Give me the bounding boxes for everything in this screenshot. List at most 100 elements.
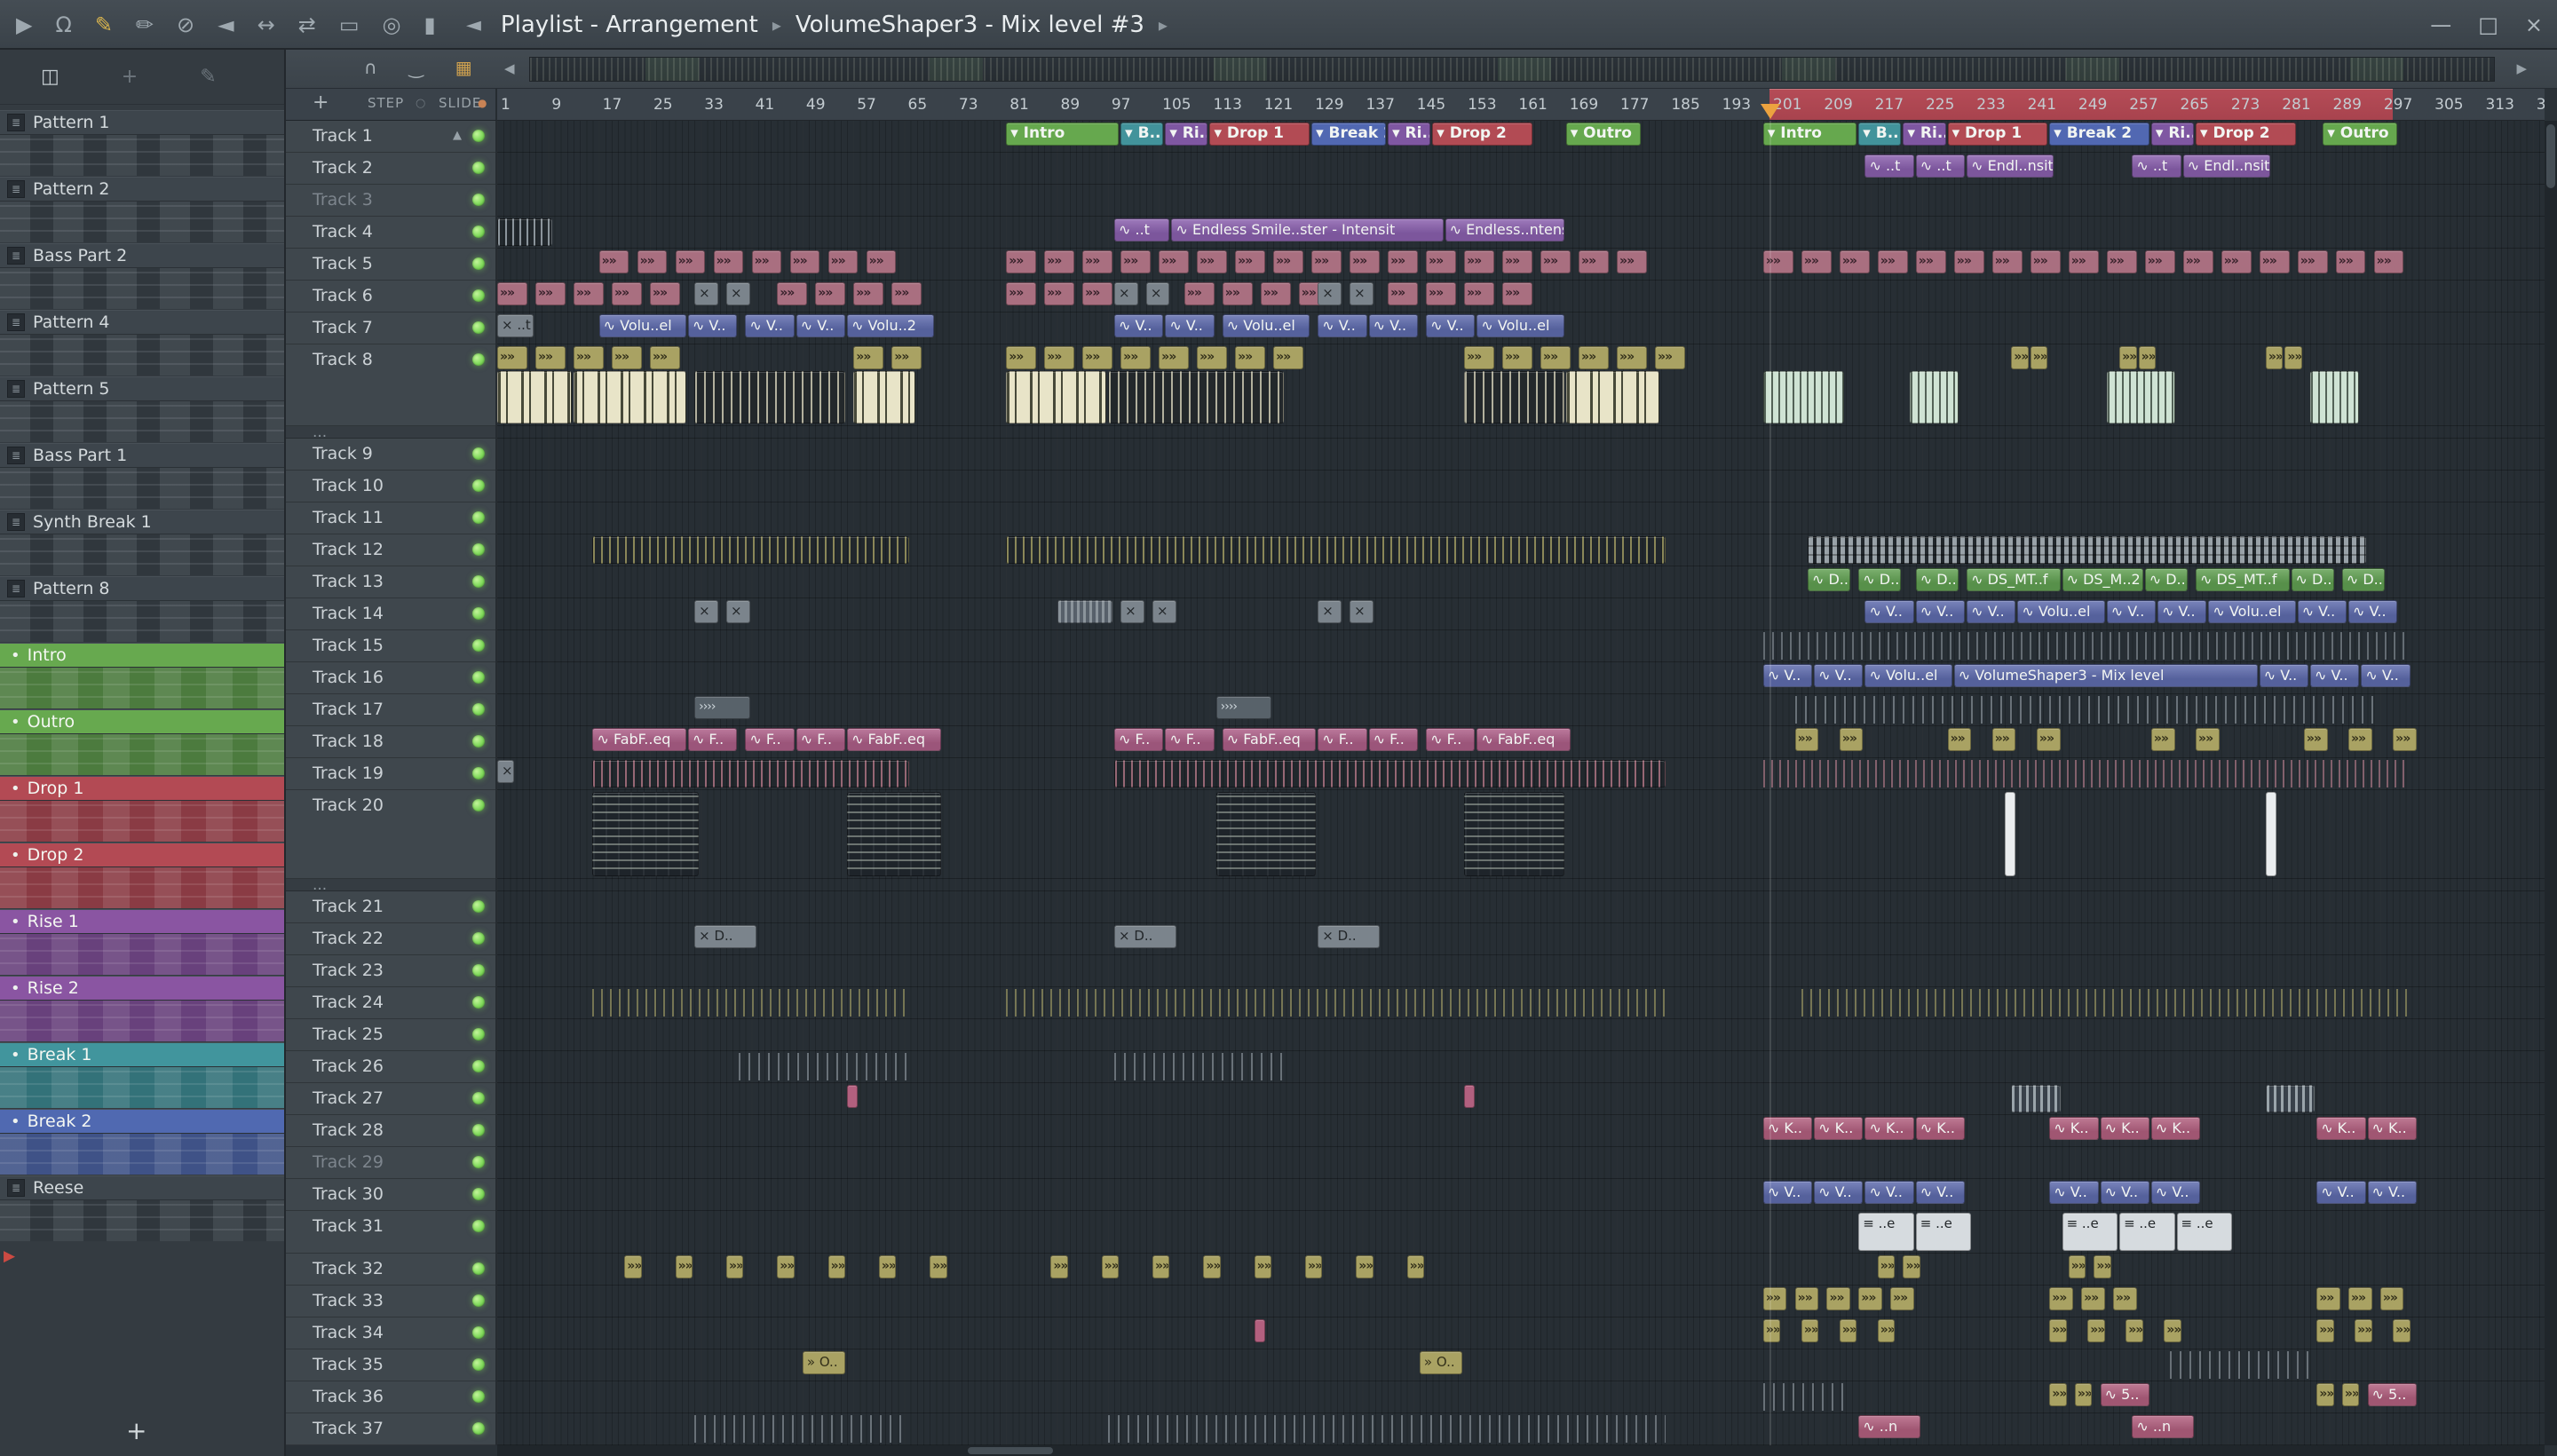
track-row[interactable]: Track 32 [286, 1254, 495, 1286]
timeline-tick[interactable]: 25 [653, 96, 673, 114]
pattern-clip[interactable]: »» [1464, 250, 1494, 273]
track-row[interactable]: Track 13 [286, 566, 495, 598]
brush-tool-icon[interactable]: ✏ [136, 12, 154, 37]
pattern-item-header[interactable]: ≣ Pattern 2 [0, 177, 284, 202]
pattern-clip[interactable]: × [1350, 600, 1373, 623]
track-row[interactable]: Track 21 [286, 891, 495, 923]
audio-clip[interactable] [853, 371, 915, 423]
pattern-clip[interactable]: »» [1350, 250, 1380, 273]
track-mute-led[interactable] [472, 996, 485, 1009]
pattern-clip[interactable]: »» [725, 1255, 744, 1278]
picker-pen-icon[interactable]: ✎ [200, 66, 216, 88]
track-name[interactable]: Track 8 [313, 350, 373, 369]
track-name[interactable]: Track 13 [313, 572, 384, 591]
timeline-tick[interactable]: 17 [603, 96, 622, 114]
pattern-clip[interactable]: × [1145, 282, 1170, 305]
pattern-clip[interactable]: »» [534, 346, 566, 369]
automation-clip[interactable]: ∿ Volu..el [598, 314, 686, 337]
marker-clip[interactable]: ▾ Ri.. [1165, 123, 1208, 146]
pattern-clip[interactable]: »» [1356, 1255, 1373, 1278]
marker-clip[interactable]: ▾ Drop 1 [1947, 123, 2048, 146]
audio-clip[interactable] [497, 371, 572, 423]
pattern-clip[interactable]: »» [1540, 346, 1571, 369]
automation-clip[interactable]: ∿ D.. [2291, 568, 2334, 591]
pattern-clip[interactable]: »» [2112, 1287, 2137, 1310]
timeline-tick[interactable]: 305 [2434, 96, 2463, 114]
automation-clip[interactable]: ∿ VolumeShaper3 - Mix level [1953, 664, 2258, 687]
timeline-tick[interactable]: 289 [2333, 96, 2362, 114]
automation-clip[interactable]: ∿ K.. [2367, 1117, 2417, 1140]
pattern-clip[interactable]: »» [2182, 250, 2213, 273]
pattern-clip[interactable]: »» [1044, 250, 1074, 273]
automation-clip[interactable]: ∿ 5.. [2367, 1383, 2417, 1406]
pattern-clip[interactable]: »» [1235, 346, 1265, 369]
pattern-clip[interactable]: »» [777, 1255, 795, 1278]
mute-tool-icon[interactable]: ◄ [218, 12, 234, 37]
pattern-clip[interactable]: »» [2126, 1319, 2143, 1342]
pattern-clip[interactable]: »» [2030, 346, 2048, 369]
pattern-clip[interactable]: × [1120, 600, 1144, 623]
automation-clip[interactable]: ∿ V.. [2157, 600, 2207, 623]
pattern-clip[interactable]: »» [2393, 1319, 2411, 1342]
automation-clip[interactable]: ∿ V.. [687, 314, 738, 337]
pattern-item[interactable]: • Rise 2 [0, 976, 284, 1042]
track-mute-led[interactable] [472, 194, 485, 206]
automation-clip[interactable]: ∿ V.. [1426, 314, 1476, 337]
pattern-item[interactable]: • Rise 1 [0, 909, 284, 976]
track-mute-led[interactable] [472, 671, 485, 684]
automation-clip[interactable]: ∿ ..t [1864, 154, 1914, 178]
close-button[interactable]: × [2525, 12, 2543, 37]
automation-clip[interactable]: ∿ F.. [1368, 728, 1418, 751]
pattern-item-header[interactable]: ≣ Reese [0, 1175, 284, 1200]
pattern-clip[interactable]: »» [2068, 1255, 2086, 1278]
speaker-icon[interactable]: ◄ [466, 14, 481, 36]
timeline-tick[interactable]: 57 [857, 96, 876, 114]
pattern-clip[interactable]: × [694, 282, 718, 305]
pattern-clip[interactable]: »» [2297, 250, 2328, 273]
pattern-item-header[interactable]: • Break 1 [0, 1042, 284, 1067]
track-name[interactable]: Track 23 [313, 961, 384, 980]
pattern-clip[interactable]: »» [1006, 282, 1036, 305]
automation-clip[interactable]: ∿ F.. [796, 728, 846, 751]
timeline-tick[interactable]: 73 [959, 96, 978, 114]
pattern-clip[interactable]: ≡ ..e [2062, 1213, 2118, 1251]
track-mute-led[interactable] [472, 1156, 485, 1168]
automation-clip[interactable]: ∿ F.. [687, 728, 738, 751]
track-lane[interactable] [497, 1254, 2545, 1286]
track-row[interactable]: Track 25 [286, 1019, 495, 1051]
pattern-clip[interactable]: »» [1794, 1287, 1819, 1310]
timeline-tick[interactable]: 257 [2129, 96, 2157, 114]
automation-clip[interactable]: ∿ ..t [1114, 218, 1170, 241]
pattern-clip[interactable]: »» [1304, 1255, 1323, 1278]
pattern-clip[interactable]: »» [1877, 250, 1908, 273]
timeline-tick[interactable]: 105 [1162, 96, 1191, 114]
timeline-tick[interactable]: 121 [1264, 96, 1293, 114]
pattern-clip[interactable]: »» [1890, 1287, 1914, 1310]
track-name[interactable]: Track 3 [313, 190, 373, 210]
pattern-clip[interactable]: »» [611, 346, 642, 369]
pan-tool-icon[interactable]: ↔ [257, 12, 275, 37]
pattern-clip[interactable]: »» [2373, 250, 2404, 273]
pattern-item[interactable]: ≣ Bass Part 2 [0, 243, 284, 310]
marker-clip[interactable]: ▾ Ri.. [2150, 123, 2195, 146]
audio-clip[interactable] [1464, 371, 1564, 423]
pattern-clip[interactable]: »» [675, 1255, 693, 1278]
pattern-clip[interactable]: »» [1464, 282, 1494, 305]
pattern-clip[interactable]: »» [1858, 1287, 1882, 1310]
pattern-clip[interactable]: ≡ ..e [1915, 1213, 1972, 1251]
pattern-clip[interactable]: »» [930, 1255, 947, 1278]
pattern-item-header[interactable]: ≣ Bass Part 1 [0, 443, 284, 468]
pattern-clip[interactable]: »» [1801, 250, 1832, 273]
automation-clip[interactable]: ∿ V.. [2367, 1181, 2417, 1204]
track-name[interactable]: Track 4 [313, 222, 373, 241]
headphones-icon[interactable]: Ω [55, 12, 71, 37]
pattern-clip[interactable]: »» [1617, 250, 1647, 273]
track-name[interactable]: Track 22 [313, 929, 384, 948]
automation-clip[interactable]: ∿ K.. [1915, 1117, 1966, 1140]
pattern-clip[interactable]: »» [2303, 728, 2328, 751]
track-mute-led[interactable] [472, 543, 485, 556]
track-lane[interactable] [497, 1179, 2545, 1211]
pattern-clip[interactable]: »» [853, 282, 884, 305]
pattern-clip[interactable] [2005, 792, 2016, 876]
automation-clip[interactable]: ∿ V.. [796, 314, 846, 337]
